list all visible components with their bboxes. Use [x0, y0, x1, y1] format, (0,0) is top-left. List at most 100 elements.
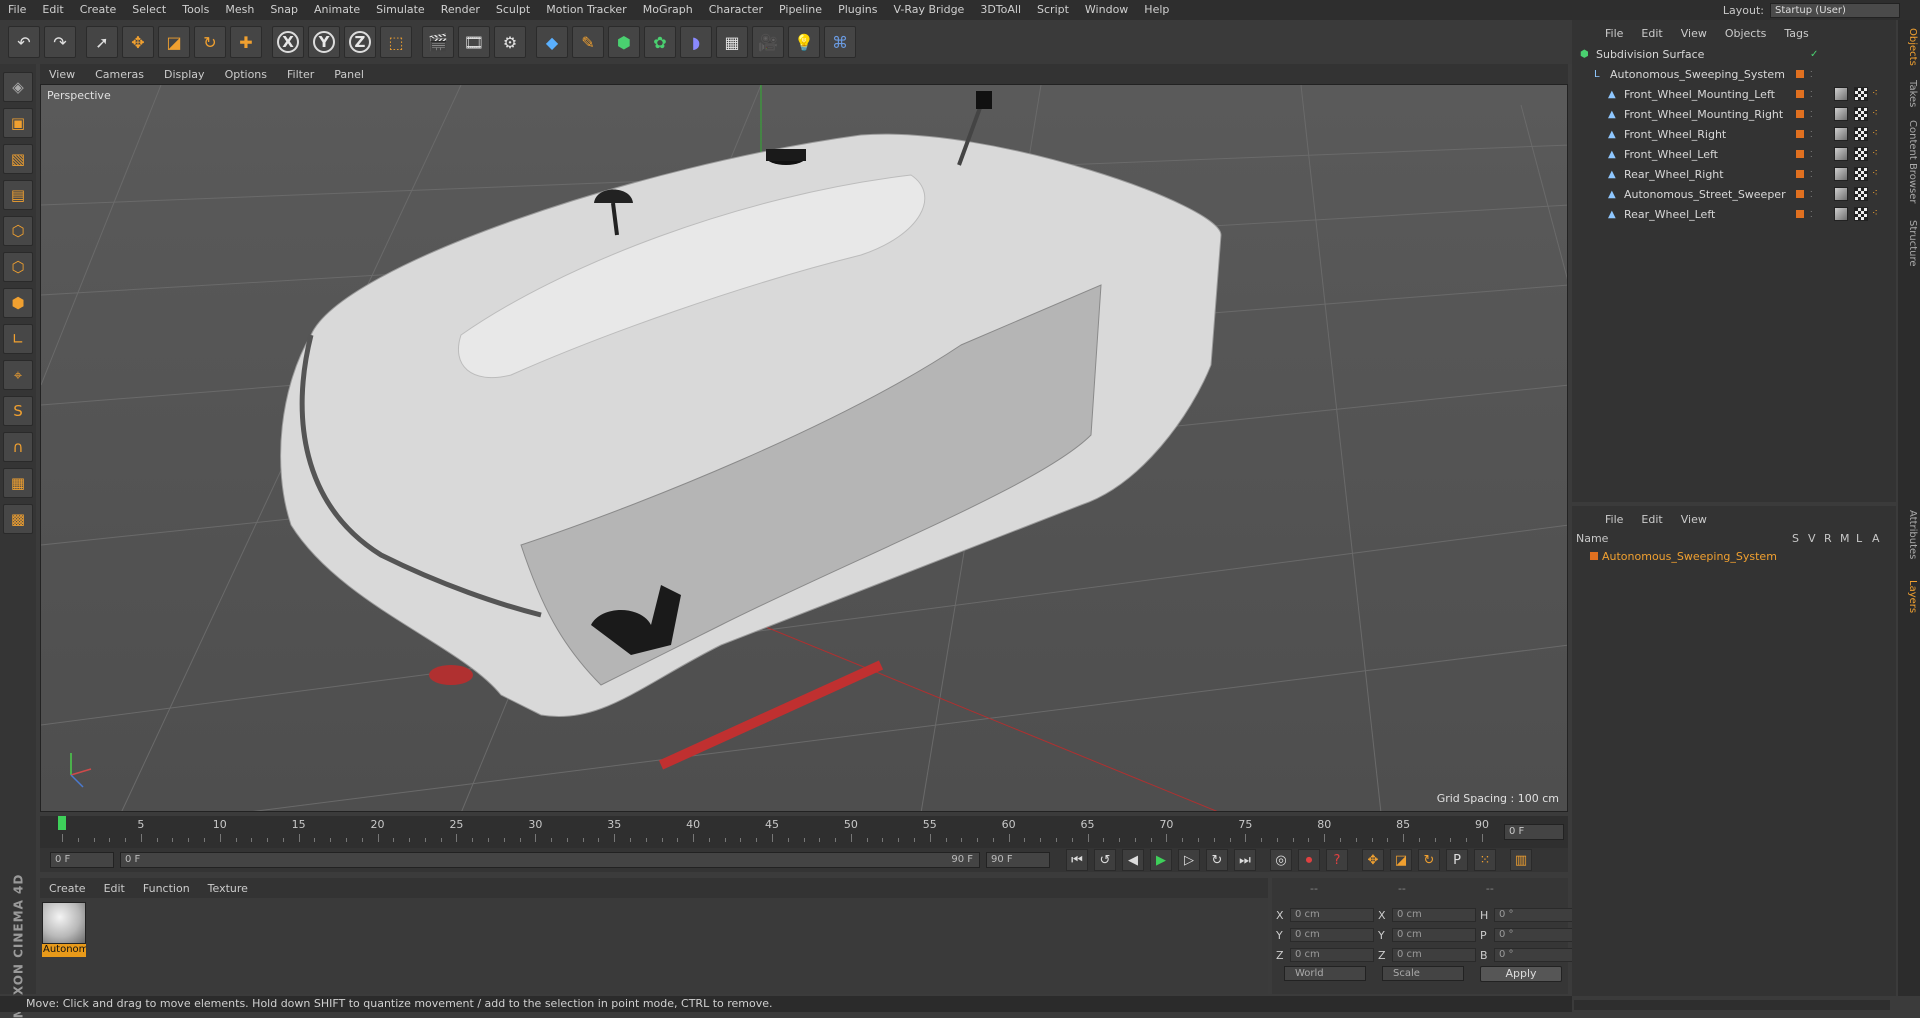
selection-tag-icon[interactable]: ⁖	[1872, 167, 1886, 181]
selection-tag-icon[interactable]: ⁖	[1872, 207, 1886, 221]
texture-tag-icon[interactable]	[1854, 167, 1868, 181]
visibility-dots-icon[interactable]: ⁚	[1810, 210, 1813, 219]
key-position-button[interactable]: ✥	[1362, 849, 1384, 871]
undo-button[interactable]: ↶	[8, 26, 40, 58]
edges-mode-button[interactable]: ⬡	[3, 252, 33, 282]
previous-key-button[interactable]: ↺	[1094, 849, 1116, 871]
current-frame-field[interactable]: 0 F	[1504, 824, 1564, 840]
select-tool-button[interactable]: ➚	[86, 26, 118, 58]
menu-create[interactable]: Create	[72, 0, 125, 20]
material-tag-icon[interactable]	[1834, 147, 1848, 161]
object-row-front-wheel-mounting-right[interactable]: ▲ Front_Wheel_Mounting_Right ⁚ ⁖	[1572, 104, 1896, 124]
size-x-field[interactable]: 0 cm	[1392, 908, 1476, 922]
scale-tool-button[interactable]: ◪	[158, 26, 190, 58]
rotate-tool-button[interactable]: ↻	[194, 26, 226, 58]
texture-tag-icon[interactable]	[1854, 87, 1868, 101]
material-menu-edit[interactable]: Edit	[95, 882, 134, 895]
object-row-front-wheel-mounting-left[interactable]: ▲ Front_Wheel_Mounting_Left ⁚ ⁖	[1572, 84, 1896, 104]
selection-tag-icon[interactable]: ⁖	[1872, 147, 1886, 161]
menu-tools[interactable]: Tools	[174, 0, 217, 20]
menu-render[interactable]: Render	[433, 0, 488, 20]
next-frame-button[interactable]: ▷	[1178, 849, 1200, 871]
side-tab-attributes[interactable]: Attributes	[1900, 510, 1918, 559]
planar-workplane-button[interactable]: ▩	[3, 504, 33, 534]
key-scale-button[interactable]: ◪	[1390, 849, 1412, 871]
layer-menu-edit[interactable]: Edit	[1632, 513, 1671, 526]
model-mode-button[interactable]: ▣	[3, 108, 33, 138]
object-row-rear-wheel-left[interactable]: ▲ Rear_Wheel_Left ⁚ ⁖	[1572, 204, 1896, 224]
side-tab-layers[interactable]: Layers	[1900, 580, 1918, 613]
light-button[interactable]: 💡	[788, 26, 820, 58]
selection-tag-icon[interactable]: ⁖	[1872, 107, 1886, 121]
viewport-menu-options[interactable]: Options	[216, 68, 276, 81]
side-tab-takes[interactable]: Takes	[1900, 80, 1918, 107]
menu-edit[interactable]: Edit	[34, 0, 71, 20]
layout-select[interactable]: Startup (User)	[1770, 2, 1900, 18]
pen-button[interactable]: ✎	[572, 26, 604, 58]
layer-color-flag[interactable]	[1796, 170, 1804, 178]
object-menu-objects[interactable]: Objects	[1716, 27, 1776, 40]
menu-mesh[interactable]: Mesh	[217, 0, 262, 20]
cloner-button[interactable]: ✿	[644, 26, 676, 58]
frame-range-slider[interactable]: 0 F 90 F	[120, 852, 980, 868]
texture-tag-icon[interactable]	[1854, 107, 1868, 121]
size-y-field[interactable]: 0 cm	[1392, 928, 1476, 942]
texture-mode-button[interactable]: ▧	[3, 144, 33, 174]
visibility-dots-icon[interactable]: ⁚	[1810, 190, 1813, 199]
visibility-dots-icon[interactable]: ⁚	[1810, 130, 1813, 139]
end-frame-field[interactable]: 90 F	[986, 852, 1050, 868]
go-to-start-button[interactable]: ⏮	[1066, 849, 1088, 871]
visibility-dots-icon[interactable]: ⁚	[1810, 70, 1813, 79]
z-axis-button[interactable]: Z	[344, 26, 376, 58]
camera-button[interactable]: 🎥	[752, 26, 784, 58]
texture-tag-icon[interactable]	[1854, 147, 1868, 161]
coordinate-system-button[interactable]: ⬚	[380, 26, 412, 58]
layer-color-flag[interactable]	[1796, 150, 1804, 158]
side-tab-content-browser[interactable]: Content Browser	[1900, 120, 1918, 203]
timeline-ruler[interactable]: 051015202530354045505560657075808590	[52, 816, 1492, 846]
magnet-button[interactable]: ∩	[3, 432, 33, 462]
texture-tag-icon[interactable]	[1854, 127, 1868, 141]
texture-tag-icon[interactable]	[1854, 207, 1868, 221]
material-tag-icon[interactable]	[1834, 127, 1848, 141]
visibility-dots-icon[interactable]: ⁚	[1810, 150, 1813, 159]
menu-snap[interactable]: Snap	[262, 0, 306, 20]
visibility-dots-icon[interactable]: ⁚	[1810, 90, 1813, 99]
menu-plugins[interactable]: Plugins	[830, 0, 885, 20]
material-tag-icon[interactable]	[1834, 107, 1848, 121]
menu-window[interactable]: Window	[1077, 0, 1136, 20]
menu-sculpt[interactable]: Sculpt	[488, 0, 538, 20]
next-key-button[interactable]: ↻	[1206, 849, 1228, 871]
key-parameter-button[interactable]: P	[1446, 849, 1468, 871]
subdivision-button[interactable]: ⬢	[608, 26, 640, 58]
side-tab-structure[interactable]: Structure	[1900, 220, 1918, 267]
viewport[interactable]: Perspective Grid Spacing : 100 cm	[40, 84, 1568, 812]
layer-color-flag[interactable]	[1796, 90, 1804, 98]
timeline-window-button[interactable]: ▥	[1510, 849, 1532, 871]
deformer-button[interactable]: ◗	[680, 26, 712, 58]
layer-color-flag[interactable]	[1796, 110, 1804, 118]
side-tab-objects[interactable]: Objects	[1900, 28, 1918, 66]
x-axis-button[interactable]: X	[272, 26, 304, 58]
viewport-menu-panel[interactable]: Panel	[325, 68, 373, 81]
object-row-front-wheel-left[interactable]: ▲ Front_Wheel_Left ⁚ ⁖	[1572, 144, 1896, 164]
menu-pipeline[interactable]: Pipeline	[771, 0, 830, 20]
go-to-end-button[interactable]: ⏭	[1234, 849, 1256, 871]
material-tag-icon[interactable]	[1834, 87, 1848, 101]
menu-animate[interactable]: Animate	[306, 0, 368, 20]
object-row-rear-wheel-right[interactable]: ▲ Rear_Wheel_Right ⁚ ⁖	[1572, 164, 1896, 184]
menu-motion-tracker[interactable]: Motion Tracker	[538, 0, 634, 20]
render-picture-viewer-button[interactable]: 🎞	[458, 26, 490, 58]
snap-button[interactable]: S	[3, 396, 33, 426]
material-tag-icon[interactable]	[1834, 207, 1848, 221]
move-tool-button[interactable]: ✥	[122, 26, 154, 58]
texture-tag-icon[interactable]	[1854, 187, 1868, 201]
rotation-p-field[interactable]: 0 °	[1494, 928, 1574, 942]
start-frame-field[interactable]: 0 F	[50, 852, 114, 868]
material-tag-icon[interactable]	[1834, 187, 1848, 201]
menu-simulate[interactable]: Simulate	[368, 0, 433, 20]
key-pla-button[interactable]: ⁙	[1474, 849, 1496, 871]
object-row-subdivision-surface[interactable]: ⬢ Subdivision Surface ✓	[1572, 44, 1896, 64]
rotation-h-field[interactable]: 0 °	[1494, 908, 1574, 922]
make-editable-button[interactable]: ◈	[3, 72, 33, 102]
